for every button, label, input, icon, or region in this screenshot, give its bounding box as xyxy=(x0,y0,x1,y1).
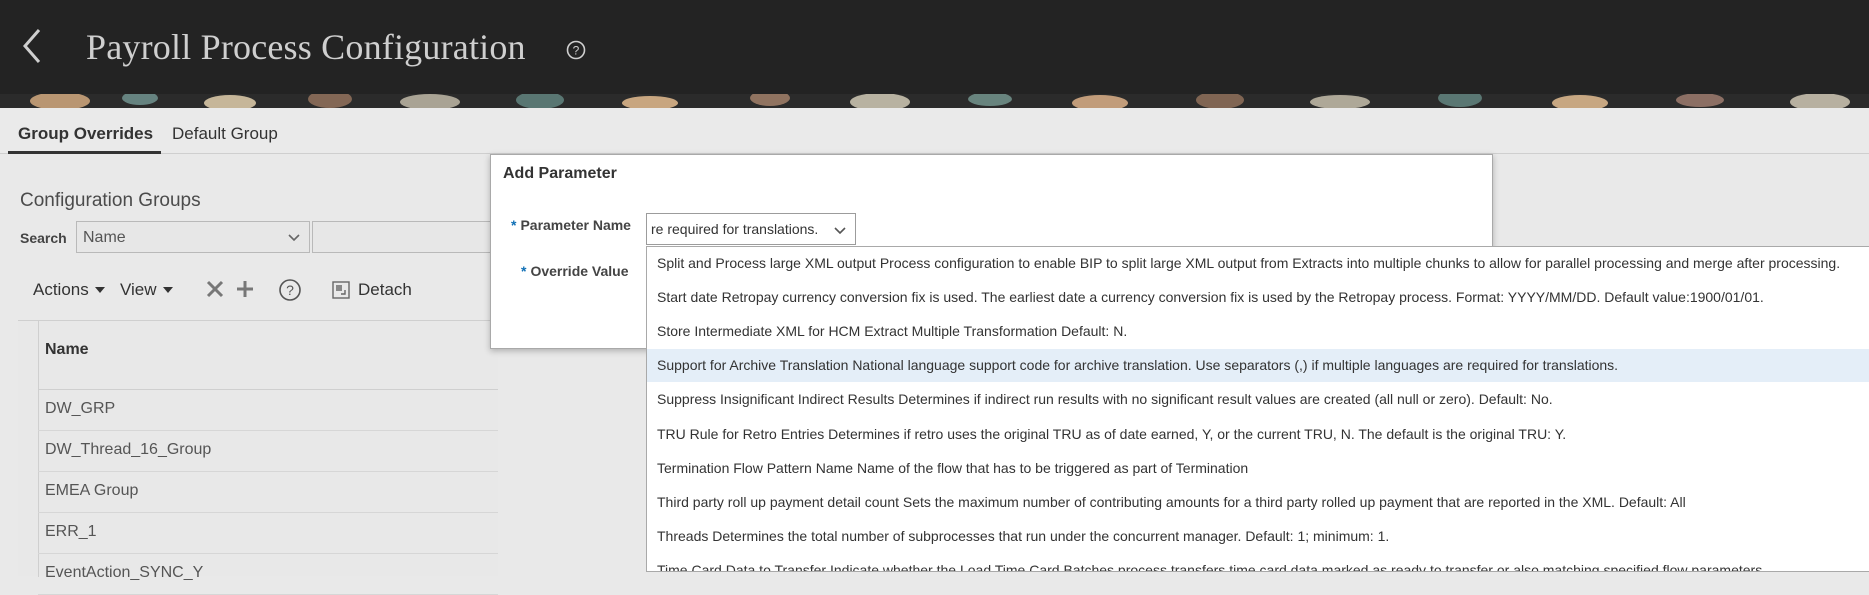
svg-text:?: ? xyxy=(286,282,294,298)
view-menu[interactable]: View xyxy=(120,280,173,300)
table-row[interactable]: ERR_1 xyxy=(38,513,498,554)
dropdown-option[interactable]: TRU Rule for Retro Entries Determines if… xyxy=(647,418,1869,451)
page-header: Payroll Process Configuration ? xyxy=(0,0,1869,94)
search-field-select[interactable]: Name xyxy=(76,221,310,253)
table-row[interactable]: EMEA Group xyxy=(38,472,498,513)
tab-default-group[interactable]: Default Group xyxy=(172,124,278,144)
dropdown-option[interactable]: Start date Retropay currency conversion … xyxy=(647,281,1869,314)
help-icon[interactable]: ? xyxy=(566,40,586,60)
table-row[interactable]: EventAction_SYNC_Y xyxy=(38,554,498,595)
dropdown-option[interactable]: Third party roll up payment detail count… xyxy=(647,486,1869,519)
detach-icon xyxy=(332,281,350,299)
table-row[interactable]: DW_GRP xyxy=(38,390,498,431)
dropdown-option[interactable]: Time Card Data to Transfer Indicate whet… xyxy=(647,554,1869,571)
chevron-down-icon xyxy=(833,223,847,240)
caret-down-icon xyxy=(162,287,173,293)
tab-group-overrides[interactable]: Group Overrides xyxy=(18,124,153,144)
parameter-name-value: re required for translations. xyxy=(651,221,819,237)
dialog-title: Add Parameter xyxy=(503,165,617,182)
detach-button[interactable]: Detach xyxy=(332,280,412,300)
decorative-banner xyxy=(0,94,1869,108)
chevron-down-icon xyxy=(287,230,301,249)
help-icon[interactable]: ? xyxy=(278,278,302,302)
dropdown-option[interactable]: Store Intermediate XML for HCM Extract M… xyxy=(647,315,1869,348)
row-name: ERR_1 xyxy=(45,523,97,540)
add-icon[interactable] xyxy=(234,278,256,300)
row-name: DW_GRP xyxy=(45,400,116,417)
dropdown-option[interactable]: Suppress Insignificant Indirect Results … xyxy=(647,383,1869,416)
caret-down-icon xyxy=(94,287,105,293)
parameter-name-dropdown-list: Split and Process large XML output Proce… xyxy=(646,246,1869,572)
delete-icon[interactable] xyxy=(204,278,226,300)
row-name: EMEA Group xyxy=(45,482,139,499)
table-toolbar: Actions View ? Detach xyxy=(20,270,500,308)
search-field-value: Name xyxy=(83,229,126,246)
detach-label: Detach xyxy=(358,280,412,299)
search-label: Search xyxy=(20,230,67,246)
table-row[interactable]: DW_Thread_16_Group xyxy=(38,431,498,472)
parameter-name-label-text: Parameter Name xyxy=(520,217,631,233)
svg-text:?: ? xyxy=(573,44,580,58)
configuration-groups-table: Name DW_GRP DW_Thread_16_Group EMEA Grou… xyxy=(18,320,498,595)
panel-title: Configuration Groups xyxy=(20,190,201,211)
row-name: EventAction_SYNC_Y xyxy=(45,564,204,581)
override-value-label-text: Override Value xyxy=(530,263,629,279)
search-input[interactable] xyxy=(312,221,492,253)
parameter-name-label: * Parameter Name xyxy=(511,217,631,233)
tab-bar: Group Overrides Default Group xyxy=(0,108,1869,154)
dropdown-option[interactable]: Threads Determines the total number of s… xyxy=(647,520,1869,553)
required-marker: * xyxy=(521,263,527,279)
required-marker: * xyxy=(511,217,517,233)
dropdown-option-highlighted[interactable]: Support for Archive Translation National… xyxy=(647,349,1869,382)
column-header-name[interactable]: Name xyxy=(45,341,89,359)
dropdown-option[interactable]: Split and Process large XML output Proce… xyxy=(647,247,1869,280)
view-label: View xyxy=(120,280,157,299)
parameter-name-select[interactable]: re required for translations. xyxy=(646,213,856,245)
dropdown-option[interactable]: Termination Flow Pattern Name Name of th… xyxy=(647,452,1869,485)
back-chevron-icon[interactable] xyxy=(14,26,50,66)
actions-label: Actions xyxy=(33,280,89,299)
override-value-label: * Override Value xyxy=(521,263,629,279)
actions-menu[interactable]: Actions xyxy=(33,280,105,300)
row-name: DW_Thread_16_Group xyxy=(45,441,212,458)
active-tab-indicator xyxy=(8,151,161,154)
page-title: Payroll Process Configuration xyxy=(86,27,526,67)
